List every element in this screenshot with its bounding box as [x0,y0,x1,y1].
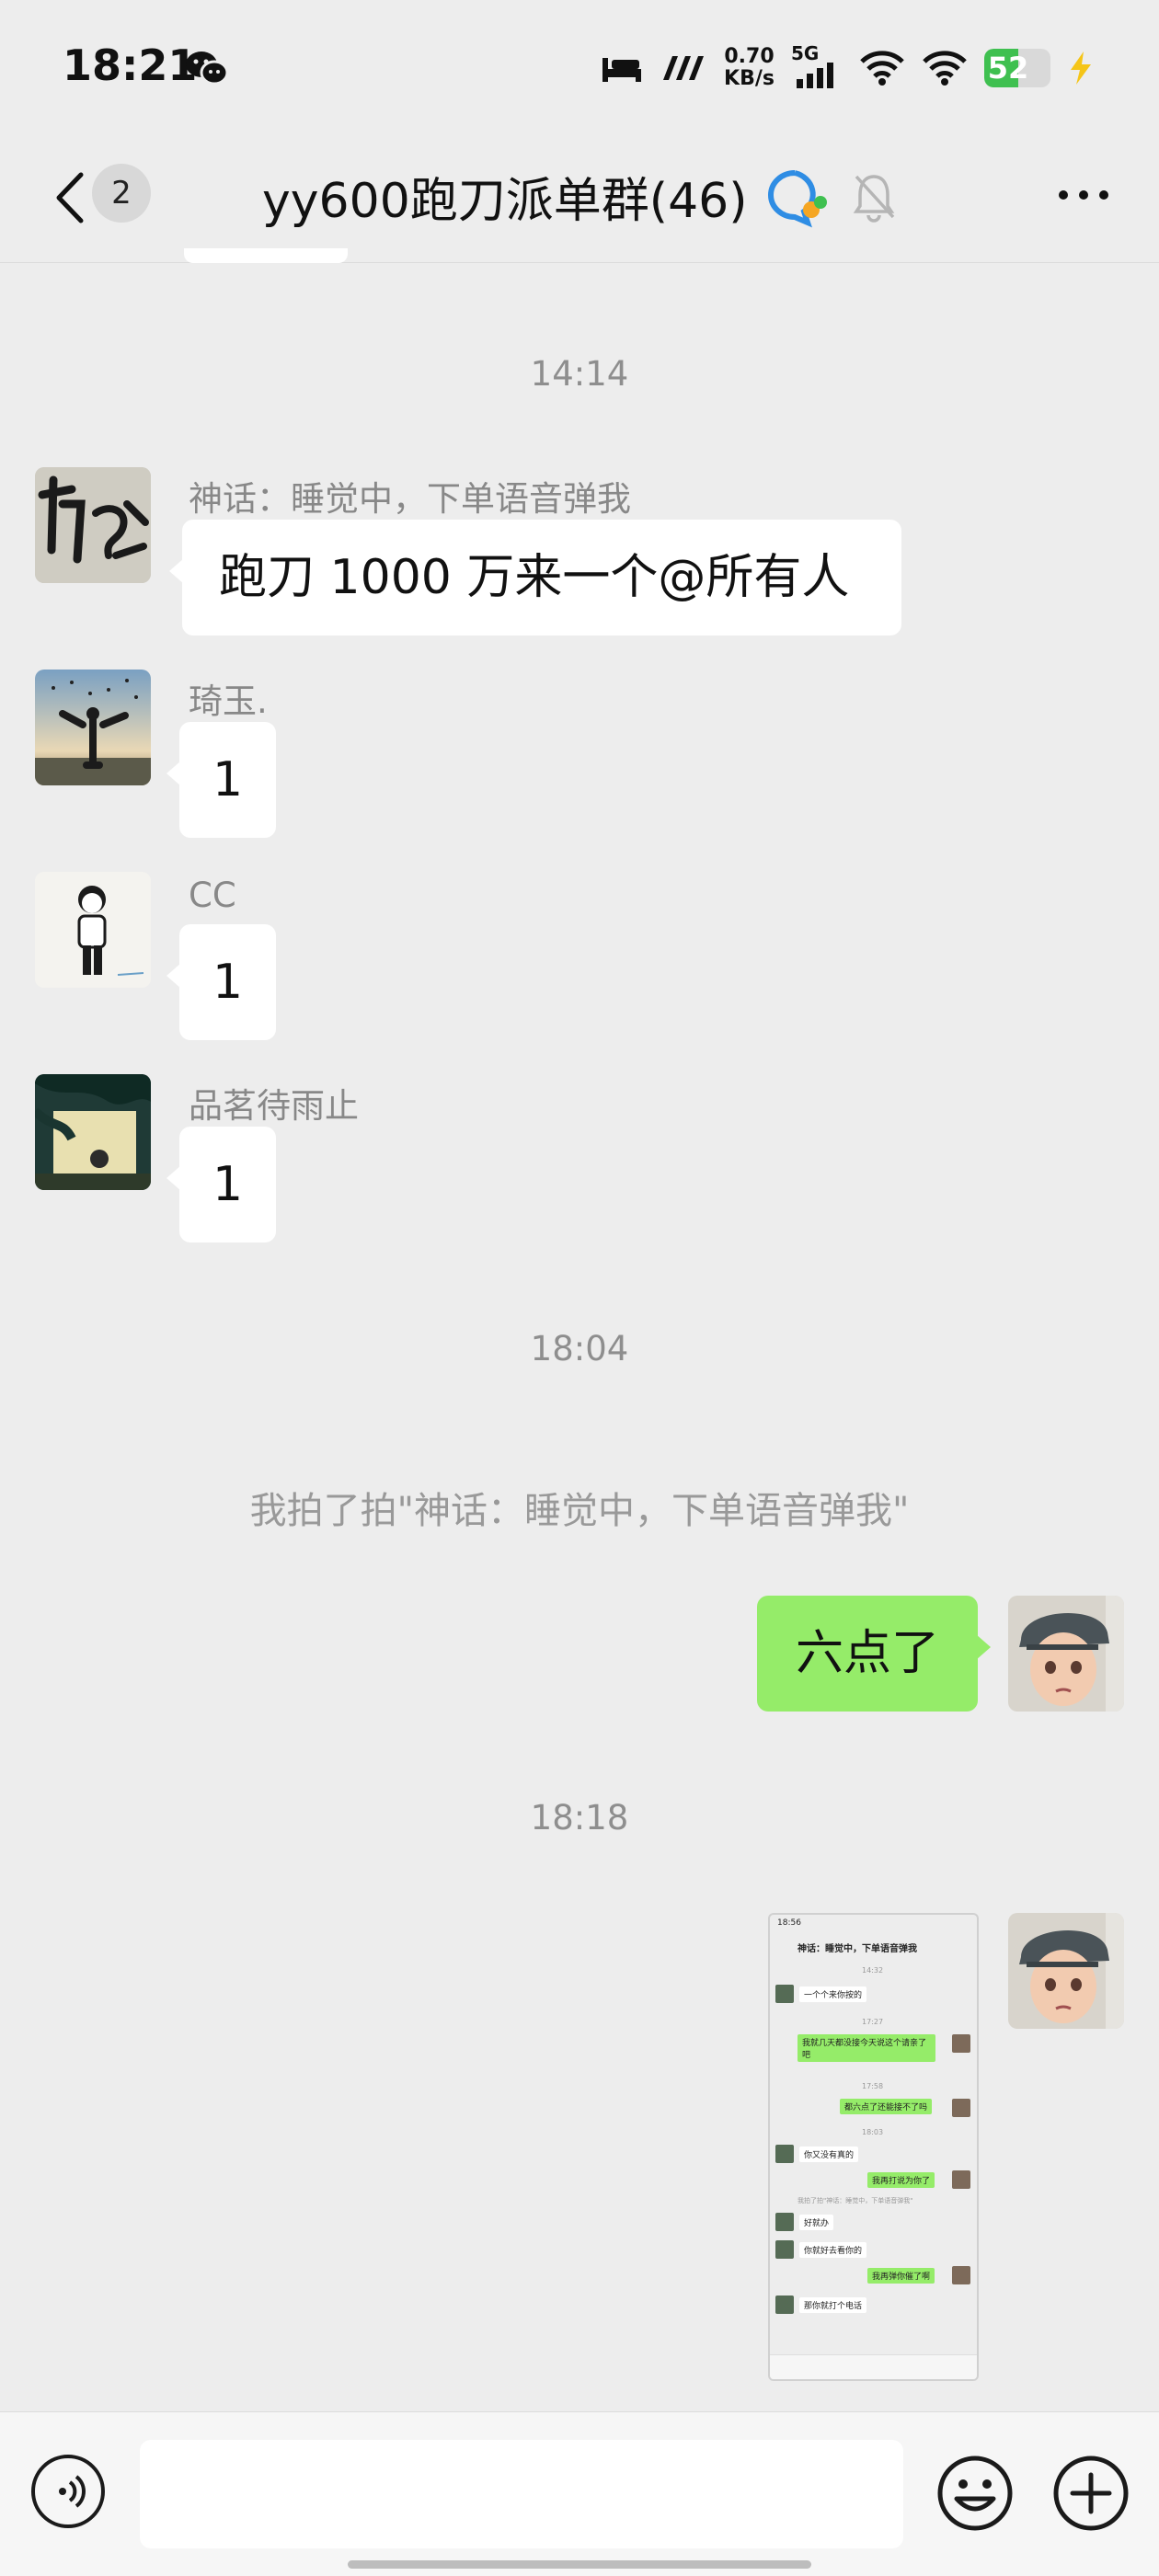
wifi-icon [860,51,904,86]
status-bar: 18:21 0.70 KB/s 5G 52 [0,0,1159,138]
chat-title[interactable]: yy600跑刀派单群(46) [262,162,748,231]
thumb-avatar [952,2170,970,2189]
thumb-avatar [952,2266,970,2284]
pat-system-message: 我拍了拍"神话：睡觉中，下单语音弹我" [249,1490,910,1532]
thumb-ts: 17:27 [862,2018,884,2026]
thumb-bubble: 那你就打个电话 [799,2297,867,2313]
thumb-avatar [775,2213,794,2231]
thumb-bubble: 你又没有真的 [799,2147,859,2162]
thumb-avatar [952,2099,970,2117]
thumb-avatar [952,2034,970,2053]
timestamp: 18:18 [530,1798,629,1838]
wifi-icon-2 [923,51,967,86]
screenshot-image-message[interactable]: 18:56 神话：睡觉中，下单语音弹我 14:32 一个个来你按的 17:27 … [768,1913,979,2381]
thumb-bubble: 我再打说为你了 [867,2172,935,2188]
signal-bars-icon [797,63,833,88]
thumb-ts: 17:58 [862,2082,884,2090]
avatar-me[interactable] [1008,1596,1124,1712]
thumb-time: 18:56 [777,1918,801,1928]
sender-name: 琦玉. [189,681,268,721]
wechat-notification-icon [186,52,229,86]
avatar-shenhua[interactable] [35,467,151,583]
mute-bell-icon [853,175,895,223]
input-bar [0,2411,1159,2576]
message-bubble[interactable]: 1 [166,722,276,838]
avatar-pinming[interactable] [35,1074,151,1190]
battery-indicator: 52 [984,49,1050,87]
voice-input-button[interactable] [31,2455,105,2528]
sender-name: CC [189,876,236,915]
more-options-icon[interactable] [1054,177,1113,213]
thumb-ts: 14:32 [862,1966,884,1975]
message-bubble[interactable]: 1 [166,924,276,1040]
thumb-ts: 18:03 [862,2128,884,2136]
my-message-bubble[interactable]: 六点了 [757,1596,991,1712]
thumb-bubble: 我就几天都没接今天说这个请亲了吧 [798,2034,935,2062]
message-bubble[interactable]: 跑刀 1000 万来一个@所有人 [169,520,901,635]
home-indicator[interactable] [348,2560,811,2569]
thumb-avatar [775,2240,794,2259]
timestamp: 14:14 [530,354,629,394]
unread-count-badge[interactable]: 2 [92,164,151,223]
chat-header: 2 yy600跑刀派单群(46) [0,138,1159,263]
message-input[interactable] [140,2440,903,2548]
thumb-avatar [775,2296,794,2314]
thumb-title: 神话：睡觉中，下单语音弹我 [798,1944,917,1954]
thumb-bubble: 我再弹你催了啊 [867,2268,935,2284]
status-time: 18:21 [63,40,198,90]
sender-name: 品茗待雨止 [189,1086,359,1126]
thumb-bubble: 你就好去看你的 [799,2242,867,2258]
thumb-avatar [775,2145,794,2163]
voice-icon [59,2475,86,2508]
thumb-bubble: 一个个来你按的 [799,1986,867,2002]
thumb-avatar [775,1985,794,2003]
thumb-system: 我拍了拍"神话：睡觉中，下单语音弹我" [798,2197,913,2204]
thumb-bubble: 好就办 [799,2215,834,2230]
thumb-bubble: 都六点了还能接不了吗 [840,2099,933,2114]
avatar-cc[interactable] [35,872,151,988]
bed-icon [602,58,642,82]
network-speed: 0.70 KB/s [724,45,775,90]
charging-bolt-icon [1071,52,1091,85]
timestamp: 18:04 [530,1329,629,1368]
group-chat-icon[interactable] [765,167,830,228]
avatar-me[interactable] [1008,1913,1124,2029]
message-bubble[interactable]: 1 [166,1127,276,1242]
cellular-signal: 5G [791,42,843,88]
hyperos-icon [663,56,705,80]
emoji-button-icon[interactable] [935,2453,1016,2534]
thumb-inputbar [770,2354,977,2379]
status-icons: 0.70 KB/s 5G 52 [601,40,1095,96]
battery-percent: 52 [987,51,1029,86]
sender-name: 神话：睡觉中，下单语音弹我 [189,479,631,519]
plus-button-icon[interactable] [1050,2453,1131,2534]
avatar-qiyu[interactable] [35,670,151,785]
partial-bubble [184,248,348,263]
